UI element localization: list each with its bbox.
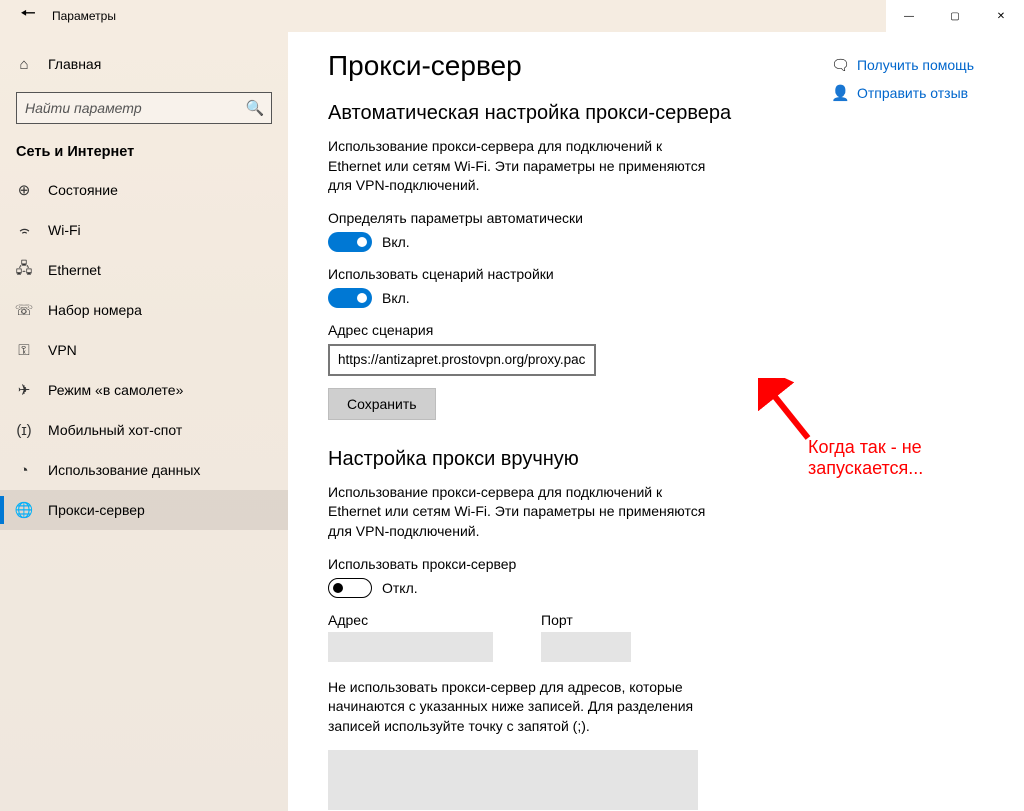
search-input-container[interactable]: 🔍 bbox=[16, 92, 272, 124]
sidebar-item-label: Wi-Fi bbox=[48, 222, 81, 238]
back-button[interactable]: 🠔 bbox=[8, 0, 48, 32]
content-area: Прокси-сервер Автоматическая настройка п… bbox=[288, 32, 1024, 811]
sidebar-item-label: Ethernet bbox=[48, 262, 101, 278]
hotspot-icon: (ɪ) bbox=[16, 422, 32, 439]
use-script-state: Вкл. bbox=[382, 290, 410, 306]
window-title: Параметры bbox=[52, 9, 116, 23]
sidebar-item-label: Состояние bbox=[48, 182, 118, 198]
auto-detect-state: Вкл. bbox=[382, 234, 410, 250]
titlebar: 🠔 Параметры bbox=[0, 0, 1024, 32]
sidebar: ⌂ Главная 🔍 Сеть и Интернет ⊕ Состояние … bbox=[0, 32, 288, 811]
home-label: Главная bbox=[48, 56, 101, 72]
feedback-label: Отправить отзыв bbox=[857, 85, 968, 101]
airplane-icon: ✈ bbox=[16, 381, 32, 399]
auto-section-desc: Использование прокси-сервера для подключ… bbox=[328, 137, 718, 196]
port-input bbox=[541, 632, 631, 662]
help-pane: 🗨 Получить помощь 👤 Отправить отзыв bbox=[831, 56, 974, 102]
search-icon: 🔍 bbox=[247, 99, 263, 117]
sidebar-item-label: Мобильный хот-спот bbox=[48, 422, 182, 438]
status-icon: ⊕ bbox=[16, 181, 32, 199]
auto-detect-toggle[interactable] bbox=[328, 232, 372, 252]
use-proxy-state: Откл. bbox=[382, 580, 418, 596]
use-proxy-label: Использовать прокси-сервер bbox=[328, 556, 984, 572]
script-addr-input[interactable] bbox=[328, 344, 596, 376]
save-button[interactable]: Сохранить bbox=[328, 388, 436, 420]
sidebar-item-label: Набор номера bbox=[48, 302, 142, 318]
sidebar-item-label: VPN bbox=[48, 342, 77, 358]
auto-detect-label: Определять параметры автоматически bbox=[328, 210, 984, 226]
manual-section-heading: Настройка прокси вручную bbox=[328, 448, 984, 471]
minimize-button[interactable]: — bbox=[886, 0, 932, 32]
proxy-icon: 🌐 bbox=[16, 501, 32, 519]
vpn-icon: ⚿ bbox=[16, 342, 32, 359]
get-help-label: Получить помощь bbox=[857, 57, 974, 73]
use-script-toggle[interactable] bbox=[328, 288, 372, 308]
dialup-icon: ☏ bbox=[16, 301, 32, 319]
port-label: Порт bbox=[541, 612, 631, 628]
feedback-icon: 👤 bbox=[831, 84, 847, 102]
use-proxy-toggle[interactable] bbox=[328, 578, 372, 598]
window-controls: — ▢ ✕ bbox=[886, 0, 1024, 32]
sidebar-item-hotspot[interactable]: (ɪ) Мобильный хот-спот bbox=[0, 410, 288, 450]
help-icon: 🗨 bbox=[831, 56, 847, 74]
feedback-link[interactable]: 👤 Отправить отзыв bbox=[831, 84, 974, 102]
manual-section-desc: Использование прокси-сервера для подключ… bbox=[328, 483, 718, 542]
sidebar-item-label: Прокси-сервер bbox=[48, 502, 145, 518]
sidebar-item-wifi[interactable]: Wi-Fi bbox=[0, 210, 288, 250]
home-nav[interactable]: ⌂ Главная bbox=[0, 44, 288, 84]
addr-input bbox=[328, 632, 493, 662]
sidebar-item-ethernet[interactable]: 🖧 Ethernet bbox=[0, 250, 288, 290]
get-help-link[interactable]: 🗨 Получить помощь bbox=[831, 56, 974, 74]
sidebar-item-dialup[interactable]: ☏ Набор номера bbox=[0, 290, 288, 330]
search-input[interactable] bbox=[25, 100, 247, 116]
sidebar-item-label: Использование данных bbox=[48, 462, 200, 478]
auto-section-heading: Автоматическая настройка прокси-сервера bbox=[328, 102, 984, 125]
bypass-desc: Не использовать прокси-сервер для адресо… bbox=[328, 678, 698, 737]
datausage-icon: ◔ bbox=[16, 462, 32, 479]
close-button[interactable]: ✕ bbox=[978, 0, 1024, 32]
sidebar-item-vpn[interactable]: ⚿ VPN bbox=[0, 330, 288, 370]
maximize-button[interactable]: ▢ bbox=[932, 0, 978, 32]
home-icon: ⌂ bbox=[16, 56, 32, 73]
sidebar-item-airplane[interactable]: ✈ Режим «в самолете» bbox=[0, 370, 288, 410]
sidebar-item-label: Режим «в самолете» bbox=[48, 382, 183, 398]
sidebar-item-datausage[interactable]: ◔ Использование данных bbox=[0, 450, 288, 490]
sidebar-category: Сеть и Интернет bbox=[0, 140, 288, 170]
sidebar-item-status[interactable]: ⊕ Состояние bbox=[0, 170, 288, 210]
ethernet-icon: 🖧 bbox=[16, 258, 32, 283]
use-script-label: Использовать сценарий настройки bbox=[328, 266, 984, 282]
wifi-icon bbox=[16, 223, 32, 238]
sidebar-item-proxy[interactable]: 🌐 Прокси-сервер bbox=[0, 490, 288, 530]
addr-label: Адрес bbox=[328, 612, 493, 628]
bypass-input bbox=[328, 750, 698, 810]
script-addr-label: Адрес сценария bbox=[328, 322, 984, 338]
